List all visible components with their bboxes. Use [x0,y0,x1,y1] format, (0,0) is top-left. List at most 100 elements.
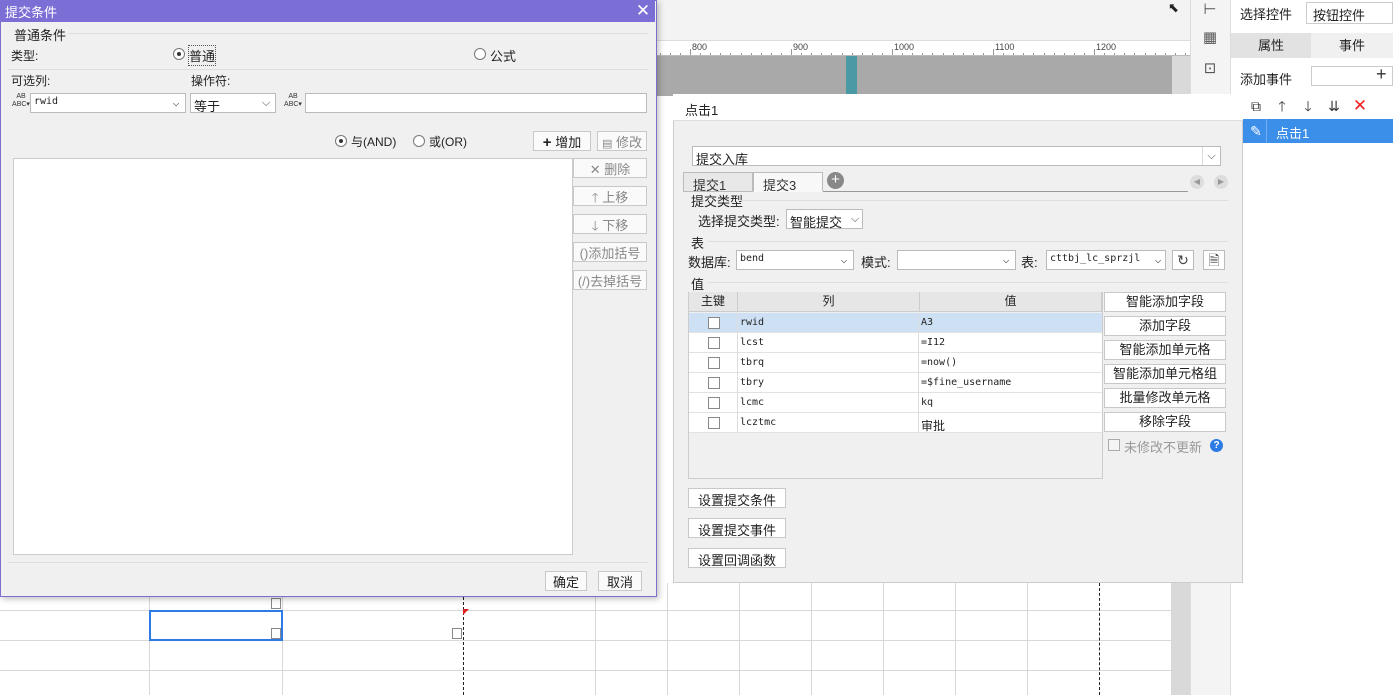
tab-properties[interactable]: 属性 [1231,33,1311,58]
primary-key-checkbox[interactable] [708,397,720,409]
add-button[interactable]: + 增加 [533,131,591,151]
database-select[interactable]: bend ⌵ [736,250,854,270]
condition-value-input[interactable] [305,93,647,113]
tab-prev-icon[interactable]: ◀ [1190,175,1204,189]
cursor-icon: ⬉ [1168,0,1179,15]
move-down-button[interactable]: 🡓 下移 [573,214,647,234]
action-type-select[interactable]: 提交入库 ⌵ [692,146,1221,167]
tab-events[interactable]: 事件 [1311,33,1393,58]
table-select[interactable]: cttbj_lc_sprzjl ⌵ [1046,250,1166,270]
column-label: 可选列: [11,74,51,88]
column-value: rwid [34,96,59,107]
preview-table-icon[interactable]: 🗎 [1203,250,1225,270]
grid-settings-icon[interactable]: ▦ [1200,28,1220,48]
add-event-plus-icon[interactable]: + [1376,64,1387,85]
add-field-button[interactable]: 添加字段 [1104,316,1226,336]
submit-type-select[interactable]: 智能提交 ⌵ [786,209,863,230]
select-control-label: 选择控件 [1240,7,1293,22]
value-type-abc-icon[interactable]: AB ABC▾ [283,93,303,113]
tab-next-icon[interactable]: ▶ [1214,175,1228,189]
schema-select[interactable]: ⌵ [897,250,1016,270]
no-update-label: 未修改不更新 [1124,440,1203,455]
chevron-down-icon[interactable]: ⌵ [835,251,853,269]
remove-parenthesis-icon: (/) [577,274,591,289]
tab-submit-1[interactable]: 提交1 [683,172,753,193]
no-update-checkbox[interactable] [1108,439,1120,451]
table-row[interactable]: lcztmc 审批 [689,413,1102,433]
plus-icon: + [542,134,552,151]
table-row[interactable]: lcmc kq [689,393,1102,413]
copy-icon[interactable]: ⧉ [1246,96,1266,116]
type-normal-radio[interactable] [173,48,185,60]
primary-key-checkbox[interactable] [708,337,720,349]
set-submit-event-button[interactable]: 设置提交事件 [688,518,787,538]
move-up-button[interactable]: 🡑 上移 [573,186,647,206]
cancel-button[interactable]: 取消 [598,571,642,591]
column-type-abc-icon[interactable]: AB ABC▾ [11,93,31,113]
delete-icon: ✕ [589,162,601,177]
delete-icon[interactable]: ✕ [1350,96,1370,116]
batch-modify-cell-button[interactable]: 批量修改单元格 [1104,388,1226,408]
ok-button[interactable]: 确定 [545,571,587,591]
move-bottom-icon[interactable]: ⇊ [1324,96,1344,116]
modify-button[interactable]: ▤ 修改 [597,131,647,151]
set-submit-condition-button[interactable]: 设置提交条件 [688,488,787,508]
smart-add-cell-group-button[interactable]: 智能添加单元格组 [1104,364,1226,384]
designer-toolbar-strip: ⬉ [656,0,1190,41]
logic-or-radio[interactable] [413,135,425,147]
ruler-tick [892,49,893,55]
submit-type-value: 智能提交 [790,215,843,230]
layout-icon[interactable]: ⊢ [1200,0,1220,20]
table-row[interactable]: tbrq =now() [689,353,1102,373]
event-item[interactable]: ✎ 点击1 [1242,119,1393,143]
remove-field-button[interactable]: 移除字段 [1104,412,1226,432]
refresh-icon[interactable]: ↻ [1172,250,1194,270]
column-header-key: 主键 [689,292,738,312]
selected-cell[interactable] [149,610,283,641]
arrow-up-icon: 🡑 [591,190,599,205]
type-formula-radio[interactable] [474,48,486,60]
chevron-down-icon[interactable]: ⌵ [997,251,1015,269]
move-up-icon[interactable]: 🡑 [1272,96,1292,116]
table-section: 表 [691,236,705,251]
table-row[interactable]: lcst =I12 [689,333,1102,353]
remove-parenthesis-button[interactable]: (/)去掉括号 [573,270,647,290]
help-icon[interactable]: ? [1210,439,1223,452]
cell-widget-icon[interactable] [271,628,281,639]
table-row[interactable]: tbry =$fine_username [689,373,1102,393]
primary-key-checkbox[interactable] [708,377,720,389]
smart-add-cell-button[interactable]: 智能添加单元格 [1104,340,1226,360]
cell-widget-icon[interactable] [452,628,462,639]
crop-icon[interactable]: ⊡ [1200,59,1220,79]
close-icon[interactable]: ✕ [632,0,654,22]
chevron-down-icon[interactable]: ⌵ [257,94,275,112]
ruler-label: 1200 [1096,42,1117,52]
column-select[interactable]: rwid ⌵ [30,93,186,113]
row-value: =I12 [921,337,946,348]
primary-key-checkbox[interactable] [708,317,720,329]
logic-and-radio[interactable] [335,135,347,147]
table-row[interactable]: rwid A3 [689,313,1102,333]
group-label: 普通条件 [14,28,67,43]
ruler-label: 1000 [894,42,915,52]
smart-add-field-button[interactable]: 智能添加字段 [1104,292,1226,312]
condition-list[interactable] [13,158,573,555]
tab-submit-3[interactable]: 提交3 [753,172,823,193]
chevron-down-icon[interactable]: ⌵ [1202,147,1220,165]
chevron-down-icon[interactable]: ⌵ [848,210,862,228]
edit-pencil-icon[interactable]: ✎ [1246,121,1266,141]
add-parenthesis-button[interactable]: ()添加括号 [573,242,647,262]
row-column: tbrq [740,357,765,368]
chevron-down-icon[interactable]: ⌵ [167,94,185,112]
select-control-combo[interactable]: 按钮控件 [1306,2,1393,24]
chevron-down-icon[interactable]: ⌵ [1151,251,1165,269]
delete-button[interactable]: ✕ 删除 [573,158,647,178]
add-tab-icon[interactable]: + [827,172,844,189]
primary-key-checkbox[interactable] [708,357,720,369]
move-down-icon[interactable]: 🡓 [1298,96,1318,116]
set-callback-function-button[interactable]: 设置回调函数 [688,548,787,568]
horizontal-ruler: 800 900 1000 1100 1200 [656,41,1190,56]
operator-select[interactable]: 等于 ⌵ [190,93,276,114]
cell-widget-icon[interactable] [271,598,281,609]
primary-key-checkbox[interactable] [708,417,720,429]
